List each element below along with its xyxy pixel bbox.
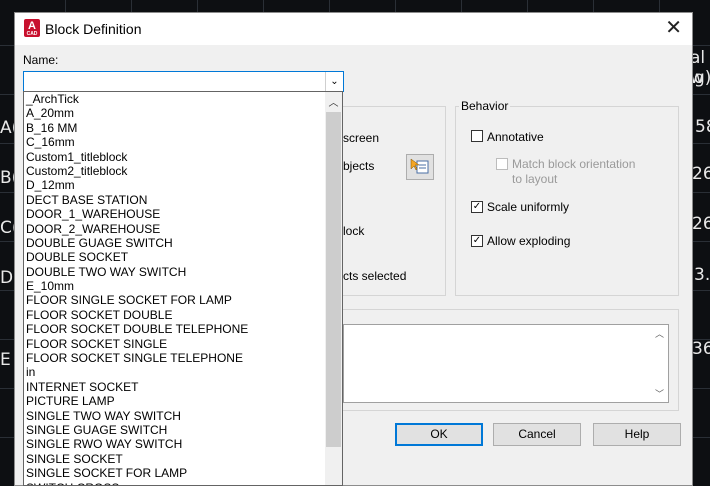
dropdown-item[interactable]: SINGLE TWO WAY SWITCH: [24, 409, 325, 423]
dropdown-item[interactable]: _ArchTick: [24, 92, 325, 106]
behavior-group-title: Behavior: [459, 99, 511, 113]
dropdown-items: _ArchTick A_20mm B_16 MM C_16mm Custom1_titl…: [24, 92, 325, 485]
annotative-checkbox[interactable]: [471, 130, 483, 142]
autocad-app-icon: A CAD: [24, 19, 40, 37]
specify-on-screen-label: screen: [343, 131, 380, 145]
convert-to-block-label: lock: [343, 224, 365, 238]
select-objects-button[interactable]: [406, 154, 434, 180]
scale-uniformly-label: Scale uniformly: [487, 200, 570, 214]
dropdown-item[interactable]: in: [24, 365, 325, 379]
dropdown-item[interactable]: A_20mm: [24, 106, 325, 120]
drawing-text: g): [694, 68, 710, 88]
dropdown-item[interactable]: DOOR_1_WAREHOUSE: [24, 207, 325, 221]
dropdown-item[interactable]: FLOOR SINGLE SOCKET FOR LAMP: [24, 293, 325, 307]
dropdown-item[interactable]: D_12mm: [24, 178, 325, 192]
name-combobox[interactable]: ⌄: [23, 71, 344, 92]
dropdown-item[interactable]: SINGLE GUAGE SWITCH: [24, 423, 325, 437]
chevron-down-icon[interactable]: ﹀: [651, 387, 668, 400]
match-orientation-label-2: to layout: [512, 172, 558, 186]
dropdown-scrollbar[interactable]: ︿: [325, 92, 342, 485]
select-objects-icon: [410, 158, 429, 174]
title-bar: A CAD Block Definition ✕: [15, 13, 692, 45]
dropdown-item[interactable]: FLOOR SOCKET DOUBLE: [24, 308, 325, 322]
dropdown-item[interactable]: SINGLE SOCKET FOR LAMP: [24, 466, 325, 480]
chevron-down-icon[interactable]: ⌄: [325, 72, 343, 91]
dropdown-item[interactable]: DOUBLE TWO WAY SWITCH: [24, 265, 325, 279]
chevron-up-icon[interactable]: ︿: [325, 94, 342, 109]
select-objects-label: bjects: [343, 159, 375, 173]
dropdown-item[interactable]: C_16mm: [24, 135, 325, 149]
chevron-up-icon[interactable]: ︿: [651, 327, 668, 340]
dropdown-item[interactable]: Custom2_titleblock: [24, 164, 325, 178]
dropdown-item[interactable]: DECT BASE STATION: [24, 193, 325, 207]
scrollbar-thumb[interactable]: [326, 112, 341, 447]
dropdown-item[interactable]: B_16 MM: [24, 121, 325, 135]
help-button[interactable]: Help: [593, 423, 681, 446]
dropdown-item[interactable]: DOUBLE GUAGE SWITCH: [24, 236, 325, 250]
ok-button[interactable]: OK: [395, 423, 483, 446]
dropdown-item[interactable]: SINGLE SOCKET: [24, 452, 325, 466]
match-orientation-checkbox[interactable]: [496, 158, 508, 170]
close-icon[interactable]: ✕: [665, 17, 682, 39]
objects-selected-label: cts selected: [343, 269, 407, 283]
description-textarea[interactable]: ︿ ﹀: [343, 324, 669, 403]
scale-uniformly-checkbox[interactable]: ✓: [471, 201, 483, 213]
dropdown-item[interactable]: INTERNET SOCKET: [24, 380, 325, 394]
dropdown-item[interactable]: FLOOR SOCKET DOUBLE TELEPHONE: [24, 322, 325, 336]
dropdown-item[interactable]: FLOOR SOCKET SINGLE: [24, 337, 325, 351]
dropdown-item[interactable]: Custom1_titleblock: [24, 150, 325, 164]
allow-exploding-label: Allow exploding: [487, 234, 571, 248]
drawing-text: E: [0, 350, 11, 370]
dropdown-item[interactable]: DOOR_2_WAREHOUSE: [24, 222, 325, 236]
drawing-text: 26: [692, 164, 710, 184]
dropdown-item[interactable]: DOUBLE SOCKET: [24, 250, 325, 264]
cancel-button[interactable]: Cancel: [493, 423, 581, 446]
drawing-text: 36: [692, 339, 710, 359]
dialog-title: Block Definition: [45, 21, 142, 37]
dropdown-item[interactable]: FLOOR SOCKET SINGLE TELEPHONE: [24, 351, 325, 365]
description-scrollbar[interactable]: ︿ ﹀: [651, 325, 668, 402]
dropdown-item[interactable]: E_10mm: [24, 279, 325, 293]
name-label: Name:: [23, 53, 59, 67]
drawing-text: 3.: [694, 265, 710, 285]
name-dropdown-list[interactable]: _ArchTick A_20mm B_16 MM C_16mm Custom1_titl…: [23, 91, 343, 486]
drawing-text: 26: [692, 214, 710, 234]
dropdown-item[interactable]: SWITCH CROSS: [24, 481, 325, 485]
drawing-text: 58: [695, 117, 710, 137]
dropdown-item[interactable]: SINGLE RWO WAY SWITCH: [24, 437, 325, 451]
dropdown-item[interactable]: PICTURE LAMP: [24, 394, 325, 408]
match-orientation-label-1: Match block orientation: [512, 157, 636, 171]
annotative-label: Annotative: [487, 130, 544, 144]
allow-exploding-checkbox[interactable]: ✓: [471, 235, 483, 247]
